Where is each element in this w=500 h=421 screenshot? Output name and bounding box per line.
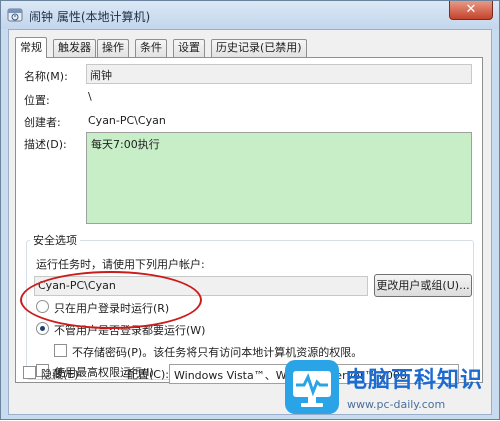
name-label: 名称(M): xyxy=(24,70,68,83)
tab-actions[interactable]: 操作 xyxy=(97,39,129,57)
close-button[interactable]: ✕ xyxy=(449,1,493,20)
site-watermark: 电脑百科知识 www.pc-daily.com xyxy=(283,354,500,421)
location-value: \ xyxy=(88,90,92,103)
monitor-logo-icon xyxy=(285,360,339,414)
watermark-url: www.pc-daily.com xyxy=(347,398,446,411)
checkbox-do-not-store-password[interactable] xyxy=(54,344,67,357)
watermark-title: 电脑百科知识 xyxy=(345,368,484,393)
radio-run-whether-logged-on[interactable] xyxy=(36,322,49,335)
tab-triggers[interactable]: 触发器 xyxy=(53,39,96,57)
hidden-label: 隐藏(E) xyxy=(41,368,79,381)
description-label: 描述(D): xyxy=(24,138,67,151)
tab-conditions[interactable]: 条件 xyxy=(135,39,167,57)
tab-history[interactable]: 历史记录(已禁用) xyxy=(211,39,307,57)
configure-label: 配置(C): xyxy=(127,368,169,381)
radio-run-only-logged-on-label: 只在用户登录时运行(R) xyxy=(54,302,170,315)
security-options-title: 安全选项 xyxy=(30,232,80,248)
author-value: Cyan-PC\Cyan xyxy=(88,114,166,127)
location-label: 位置: xyxy=(24,94,50,107)
task-scheduler-icon xyxy=(7,8,23,22)
description-field[interactable]: 每天7:00执行 xyxy=(86,132,472,224)
user-account-field: Cyan-PC\Cyan xyxy=(34,276,368,296)
change-user-button[interactable]: 更改用户或组(U)... xyxy=(374,274,472,297)
general-tab-panel: 名称(M): 闹钟 位置: \ 创建者: Cyan-PC\Cyan 描述(D):… xyxy=(15,57,483,383)
window-title: 闹钟 属性(本地计算机) xyxy=(29,10,151,24)
radio-run-whether-logged-on-label: 不管用户是否登录都要运行(W) xyxy=(54,324,206,337)
checkbox-hidden[interactable] xyxy=(23,366,36,379)
task-properties-window: 闹钟 属性(本地计算机) ✕ 常规 触发器 操作 条件 设置 历史记录(已禁用)… xyxy=(0,0,500,420)
close-icon: ✕ xyxy=(465,2,477,17)
radio-run-only-logged-on[interactable] xyxy=(36,300,49,313)
run-as-prompt: 运行任务时，请使用下列用户帐户: xyxy=(36,258,205,271)
tab-settings[interactable]: 设置 xyxy=(173,39,205,57)
tab-general[interactable]: 常规 xyxy=(15,37,47,58)
name-field[interactable]: 闹钟 xyxy=(86,64,472,84)
title-bar[interactable]: 闹钟 属性(本地计算机) ✕ xyxy=(1,1,499,29)
author-label: 创建者: xyxy=(24,116,61,129)
